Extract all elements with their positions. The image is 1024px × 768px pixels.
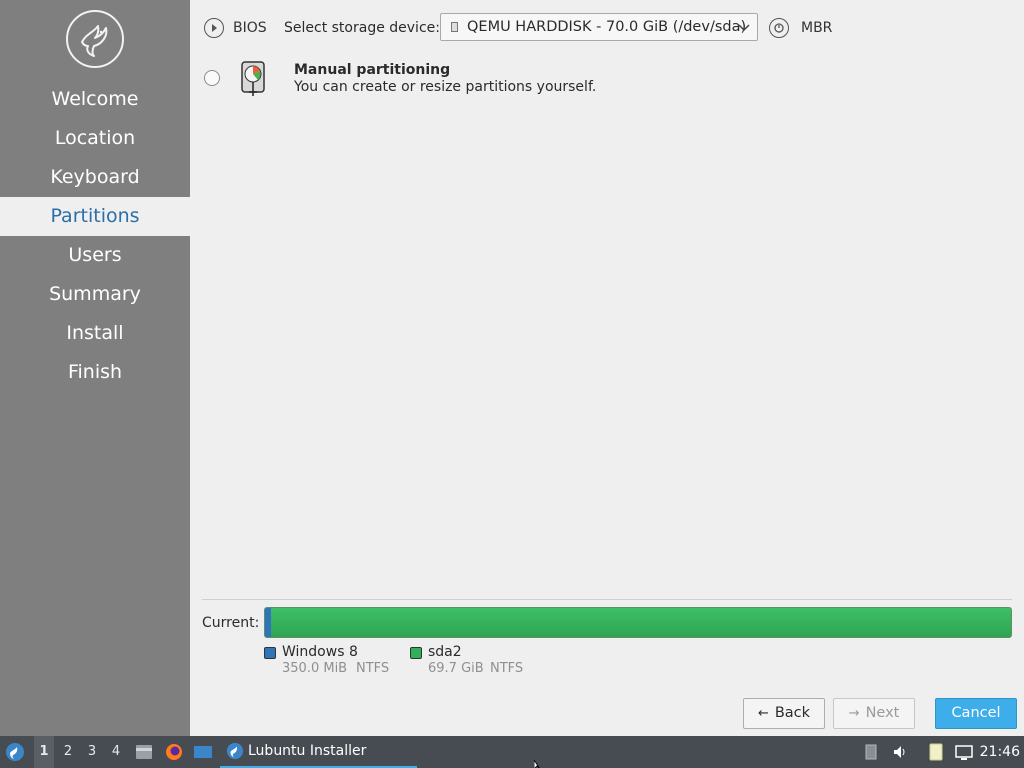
manual-partitioning-option[interactable]: Manual partitioning You can create or re…: [204, 58, 804, 102]
workspace-2[interactable]: 2: [58, 736, 78, 768]
step-install: Install: [66, 322, 124, 344]
next-label: Next: [865, 705, 900, 721]
option-description: You can create or resize partitions your…: [294, 79, 597, 95]
arrow-right-icon: →: [848, 706, 860, 721]
sidebar: Welcome Location Keyboard Partitions Use…: [0, 0, 190, 736]
main-panel: BIOS Select storage device: QEMU HARDDIS…: [190, 0, 1024, 736]
legend-swatch: [264, 647, 276, 659]
mbr-clock-icon: [769, 18, 789, 38]
workspace-1[interactable]: 1: [34, 736, 54, 768]
network-icon[interactable]: [955, 742, 973, 762]
storage-toolbar: BIOS Select storage device: QEMU HARDDIS…: [204, 13, 1014, 43]
step-keyboard: Keyboard: [50, 166, 140, 188]
legend-fs: NTFS: [356, 661, 390, 676]
notes-icon[interactable]: [927, 742, 945, 762]
legend-name: sda2: [428, 644, 462, 660]
workspace-3[interactable]: 3: [82, 736, 102, 768]
workspace-4[interactable]: 4: [106, 736, 126, 768]
legend-swatch: [410, 647, 422, 659]
back-label: Back: [774, 705, 811, 721]
tray-clipboard-icon[interactable]: [862, 742, 880, 762]
mbr-label: MBR: [801, 20, 833, 36]
mouse-cursor-icon: [534, 760, 540, 768]
cancel-button[interactable]: Cancel: [935, 698, 1017, 729]
divider: [202, 599, 1012, 600]
storage-device-select[interactable]: QEMU HARDDISK - 70.0 GiB (/dev/sda): [440, 13, 758, 41]
start-menu-icon[interactable]: [5, 742, 25, 762]
step-partitions: Partitions: [0, 197, 190, 236]
desktop-icon[interactable]: [193, 742, 213, 762]
current-label: Current:: [202, 615, 260, 631]
select-storage-label: Select storage device:: [284, 20, 440, 36]
lubuntu-installer-icon: [226, 742, 244, 760]
step-summary: Summary: [49, 283, 141, 305]
storage-device-value: QEMU HARDDISK - 70.0 GiB (/dev/sda): [467, 19, 747, 35]
option-title: Manual partitioning: [294, 62, 451, 78]
bios-play-icon: [204, 18, 224, 38]
legend-name: Windows 8: [282, 644, 358, 660]
back-button[interactable]: ← Back: [743, 698, 825, 729]
step-users: Users: [68, 244, 122, 266]
step-location: Location: [54, 127, 136, 149]
lubuntu-logo-icon: [66, 10, 124, 68]
arrow-left-icon: ←: [757, 706, 769, 721]
taskbar: 1 2 3 4 Lubuntu Installer 21:46: [0, 736, 1024, 768]
step-finish: Finish: [67, 361, 123, 383]
clock[interactable]: 21:46: [980, 736, 1020, 768]
legend-size: 69.7 GiB: [428, 661, 484, 676]
volume-icon[interactable]: [891, 742, 909, 762]
cancel-label: Cancel: [951, 705, 1001, 721]
task-label: Lubuntu Installer: [248, 743, 367, 759]
steps-list: Welcome Location Keyboard Partitions Use…: [0, 80, 190, 392]
step-welcome: Welcome: [51, 88, 139, 110]
chevron-down-icon: [738, 24, 750, 32]
partition-harddisk-icon: [241, 61, 265, 96]
partition-bar: [264, 607, 1012, 638]
harddisk-icon: [451, 22, 458, 32]
partition-segment-sda2: [270, 608, 1011, 637]
file-manager-icon[interactable]: [134, 742, 154, 762]
next-button[interactable]: → Next: [833, 698, 915, 729]
taskbar-task-installer[interactable]: Lubuntu Installer: [220, 736, 417, 768]
firefox-icon[interactable]: [164, 742, 184, 762]
legend-size: 350.0 MiB: [282, 661, 348, 676]
manual-partitioning-radio[interactable]: [204, 70, 220, 86]
legend-fs: NTFS: [490, 661, 524, 676]
bios-label: BIOS: [233, 20, 267, 36]
